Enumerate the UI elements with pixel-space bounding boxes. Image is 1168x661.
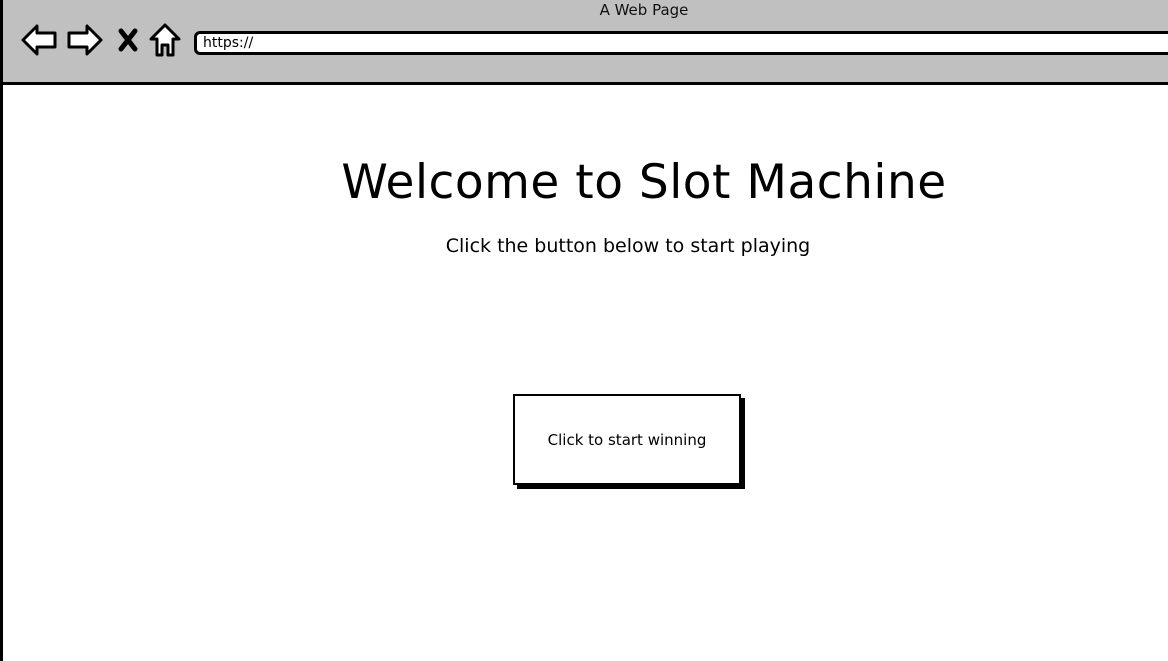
back-arrow-icon	[21, 24, 57, 56]
close-icon	[118, 28, 138, 52]
window-title: A Web Page	[599, 1, 689, 19]
home-button[interactable]	[145, 20, 185, 60]
page-title: Welcome to Slot Machine	[341, 155, 947, 210]
url-field[interactable]: https://	[194, 31, 1168, 55]
browser-toolbar: A Web Page https://	[3, 0, 1168, 85]
forward-arrow-icon	[67, 24, 103, 56]
back-button[interactable]	[19, 20, 59, 60]
forward-button[interactable]	[65, 20, 105, 60]
url-text: https://	[203, 35, 254, 51]
start-winning-button[interactable]: Click to start winning	[513, 394, 741, 485]
stop-button[interactable]	[108, 20, 148, 60]
page-content: Welcome to Slot Machine Click the button…	[6, 85, 1168, 661]
start-winning-button-label: Click to start winning	[547, 430, 707, 449]
page-subtitle: Click the button below to start playing	[445, 235, 811, 257]
browser-window: A Web Page https:// Welcome to Slot Mach…	[0, 0, 1168, 661]
home-icon	[149, 23, 181, 57]
